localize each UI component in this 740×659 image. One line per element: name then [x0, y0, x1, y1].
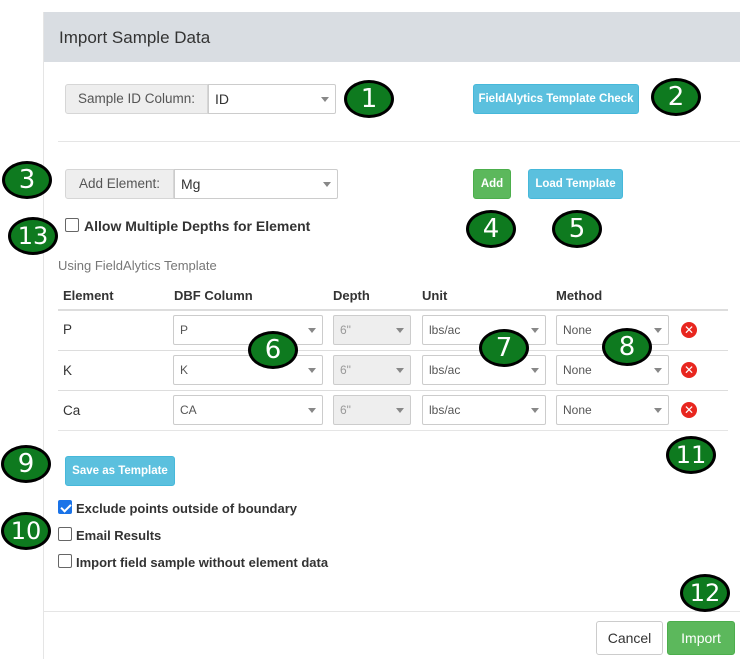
dbf-column-value: K — [180, 363, 189, 377]
sample-id-value: ID — [215, 91, 229, 107]
callout-badge: 1 — [344, 80, 394, 118]
chevron-down-icon — [654, 408, 662, 413]
header-dbf-column: DBF Column — [174, 288, 253, 303]
load-template-button[interactable]: Load Template — [528, 169, 623, 199]
unit-select[interactable]: lbs/ac — [422, 395, 546, 425]
callout-badge: 8 — [602, 328, 652, 366]
callout-badge: 7 — [479, 329, 529, 367]
template-note: Using FieldAlytics Template — [58, 258, 217, 273]
unit-value: lbs/ac — [429, 403, 461, 417]
modal-title: Import Sample Data — [59, 28, 211, 47]
dbf-column-select[interactable]: CA — [173, 395, 323, 425]
section-divider — [58, 141, 740, 142]
chevron-down-icon — [308, 328, 316, 333]
cell-element: K — [63, 363, 73, 378]
depth-value: 6" — [340, 323, 351, 337]
depth-value: 6" — [340, 403, 351, 417]
template-check-button[interactable]: FieldAlytics Template Check — [473, 84, 639, 114]
method-value: None — [563, 363, 592, 377]
chevron-down-icon — [396, 368, 404, 373]
allow-multiple-depths-checkbox[interactable] — [65, 218, 79, 232]
method-value: None — [563, 403, 592, 417]
callout-badge: 11 — [666, 436, 716, 474]
dbf-column-value: CA — [180, 403, 197, 417]
chevron-down-icon — [396, 328, 404, 333]
depth-select: 6" — [333, 355, 411, 385]
modal-header: Import Sample Data — [44, 12, 740, 62]
add-button[interactable]: Add — [473, 169, 511, 199]
callout-badge: 13 — [8, 217, 58, 255]
cancel-button[interactable]: Cancel — [596, 621, 663, 655]
chevron-down-icon — [308, 408, 316, 413]
callout-badge: 6 — [248, 331, 298, 369]
sample-id-label: Sample ID Column: — [65, 84, 208, 114]
header-element: Element — [63, 288, 114, 303]
chevron-down-icon — [531, 328, 539, 333]
callout-badge: 10 — [1, 512, 51, 550]
depth-select: 6" — [333, 315, 411, 345]
callout-badge: 12 — [680, 574, 730, 612]
cell-element: P — [63, 322, 73, 337]
dbf-column-select[interactable]: K — [173, 355, 323, 385]
save-template-button[interactable]: Save as Template — [65, 456, 175, 486]
add-element-select[interactable]: Mg — [174, 169, 338, 199]
chevron-down-icon — [654, 368, 662, 373]
method-value: None — [563, 323, 592, 337]
email-results-label: Email Results — [76, 528, 162, 543]
add-element-label: Add Element: — [65, 169, 174, 199]
import-button[interactable]: Import — [667, 621, 735, 655]
exclude-points-checkbox[interactable] — [58, 500, 72, 514]
callout-badge: 5 — [552, 210, 602, 248]
remove-row-icon[interactable]: ✕ — [681, 322, 697, 338]
callout-badge: 2 — [651, 78, 701, 116]
table-bottom-rule — [58, 430, 728, 431]
chevron-down-icon — [323, 182, 331, 187]
import-without-data-label: Import field sample without element data — [76, 555, 329, 570]
unit-value: lbs/ac — [429, 323, 461, 337]
callout-badge: 9 — [1, 445, 51, 483]
exclude-points-label: Exclude points outside of boundary — [76, 501, 298, 516]
dbf-column-select[interactable]: P — [173, 315, 323, 345]
chevron-down-icon — [654, 328, 662, 333]
import-without-data-checkbox[interactable] — [58, 554, 72, 568]
allow-multiple-depths-label: Allow Multiple Depths for Element — [84, 218, 311, 234]
remove-row-icon[interactable]: ✕ — [681, 362, 697, 378]
header-depth: Depth — [333, 288, 370, 303]
chevron-down-icon — [308, 368, 316, 373]
depth-select: 6" — [333, 395, 411, 425]
remove-row-icon[interactable]: ✕ — [681, 402, 697, 418]
method-select[interactable]: None — [556, 395, 669, 425]
chevron-down-icon — [531, 368, 539, 373]
email-results-checkbox[interactable] — [58, 527, 72, 541]
dbf-column-value: P — [180, 323, 189, 337]
depth-value: 6" — [340, 363, 351, 377]
callout-badge: 3 — [2, 161, 52, 199]
sample-id-select[interactable]: ID — [208, 84, 336, 114]
chevron-down-icon — [531, 408, 539, 413]
callout-badge: 4 — [466, 210, 516, 248]
header-unit: Unit — [422, 288, 448, 303]
chevron-down-icon — [396, 408, 404, 413]
cell-element: Ca — [63, 403, 81, 418]
chevron-down-icon — [321, 97, 329, 102]
footer-divider — [43, 611, 740, 612]
unit-value: lbs/ac — [429, 363, 461, 377]
header-method: Method — [556, 288, 603, 303]
add-element-value: Mg — [181, 176, 201, 192]
